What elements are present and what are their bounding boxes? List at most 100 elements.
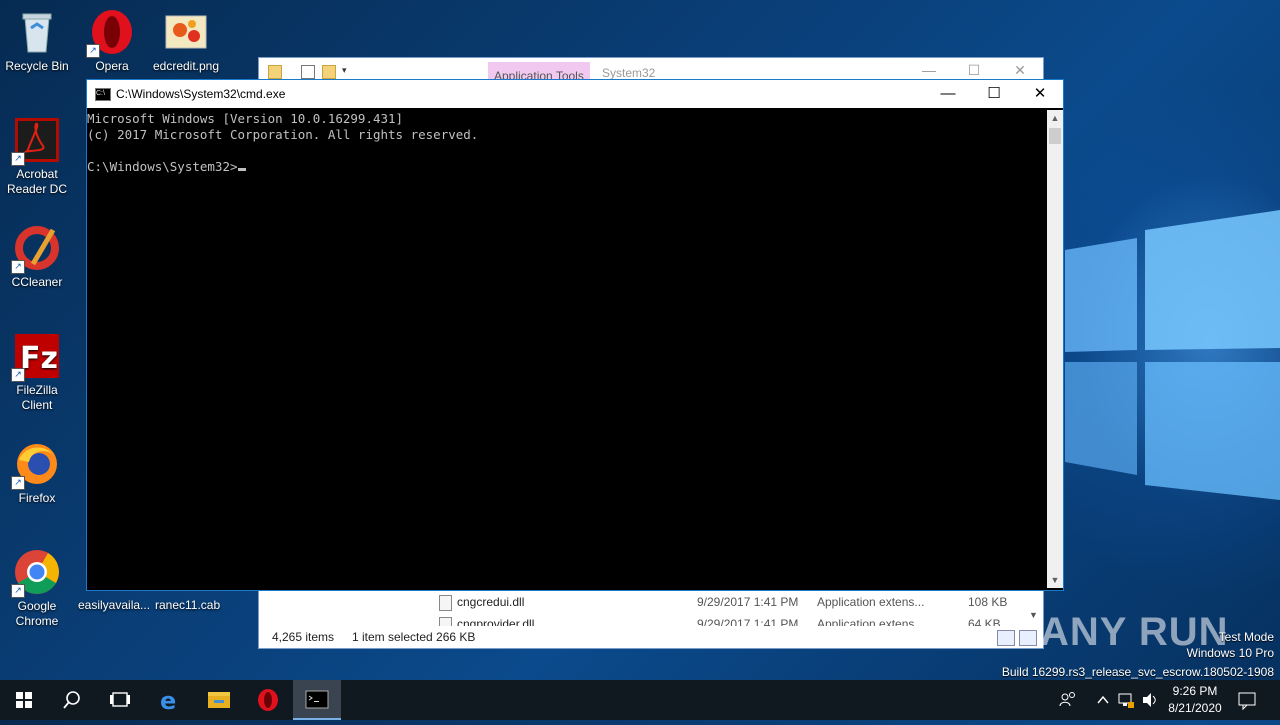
taskbar-edge[interactable]: e xyxy=(146,680,194,720)
task-view-button[interactable] xyxy=(96,680,144,720)
windows-start-icon xyxy=(16,692,32,708)
desktop-icon-label: easilyavaila... xyxy=(78,598,151,612)
network-icon xyxy=(1118,693,1134,708)
chrome-icon: ↗ xyxy=(11,548,61,598)
desktop-icon-label: CCleaner xyxy=(11,275,63,289)
chevron-down-icon[interactable]: ▾ xyxy=(342,65,354,77)
desktop-icon-ranec11[interactable]: ranec11.cab xyxy=(155,598,220,612)
desktop-icon-label: Google Chrome xyxy=(15,599,59,628)
desktop-icon-easilyavaila[interactable]: easilyavaila... xyxy=(78,598,150,612)
people-icon xyxy=(1059,692,1075,707)
search-icon xyxy=(63,691,80,709)
shortcut-arrow-icon: ↗ xyxy=(11,260,25,274)
network-button[interactable] xyxy=(1116,680,1136,720)
shortcut-arrow-icon: ↗ xyxy=(11,584,25,598)
volume-button[interactable] xyxy=(1140,680,1160,720)
taskbar-file-explorer[interactable] xyxy=(195,680,243,720)
taskbar-opera[interactable] xyxy=(244,680,292,720)
desktop-icon-acrobat[interactable]: ↗ Acrobat Reader DC xyxy=(1,116,73,197)
desktop-icon-firefox[interactable]: ↗ Firefox xyxy=(1,440,73,506)
edge-icon: e xyxy=(160,687,176,715)
acrobat-icon: ↗ xyxy=(11,116,61,166)
cmd-icon xyxy=(305,690,329,709)
shortcut-arrow-icon: ↗ xyxy=(11,476,25,490)
search-button[interactable] xyxy=(48,680,96,720)
desktop-icon-label: FileZilla Client xyxy=(16,383,58,412)
windows-edition-label: Windows 10 Pro xyxy=(1186,646,1274,660)
file-name: cngprovider.dll xyxy=(457,617,535,626)
dll-file-icon xyxy=(439,617,452,626)
desktop-icon-recycle-bin[interactable]: Recycle Bin xyxy=(1,8,73,74)
desktop-icon-ccleaner[interactable]: ↗ CCleaner xyxy=(1,224,73,290)
desktop-icon-label: Firefox xyxy=(18,491,56,505)
folder-icon xyxy=(268,65,282,79)
desktop-icon-label: ranec11.cab xyxy=(155,598,221,612)
firefox-icon: ↗ xyxy=(11,440,61,490)
ccleaner-icon: ↗ xyxy=(11,224,61,274)
desktop-icon-filezilla[interactable]: Fz ↗ FileZilla Client xyxy=(1,332,73,413)
desktop-icon-label: Acrobat Reader DC xyxy=(6,167,68,196)
console-prompt: C:\Windows\System32> xyxy=(87,159,238,174)
file-row-clipped[interactable]: cngprovider.dll 9/29/2017 1:41 PM Applic… xyxy=(439,614,1029,626)
action-center-button[interactable] xyxy=(1234,680,1260,720)
svg-text:Fz: Fz xyxy=(20,341,58,376)
dll-file-icon xyxy=(439,595,452,611)
new-folder-icon[interactable] xyxy=(322,65,336,79)
file-name: cngcredui.dll xyxy=(457,595,525,609)
explorer-status-bar: 4,265 items 1 item selected 266 KB xyxy=(259,626,1043,648)
desktop-icon-label: edcredit.png xyxy=(152,59,220,73)
minimize-button[interactable]: — xyxy=(925,80,971,108)
file-size: 64 KB xyxy=(968,617,1001,626)
filezilla-icon: Fz ↗ xyxy=(11,332,61,382)
scroll-thumb[interactable] xyxy=(1049,128,1061,144)
large-icons-view-button[interactable] xyxy=(1019,630,1037,646)
scroll-down-arrow[interactable]: ▼ xyxy=(1029,610,1038,620)
image-file-icon xyxy=(162,8,210,56)
shortcut-arrow-icon: ↗ xyxy=(11,152,25,166)
start-button[interactable] xyxy=(0,680,48,720)
clock-time: 9:26 PM xyxy=(1172,684,1218,698)
file-row[interactable]: cngcredui.dll 9/29/2017 1:41 PM Applicat… xyxy=(439,592,1039,612)
maximize-button[interactable]: ☐ xyxy=(971,80,1017,108)
desktop-icon-label: Opera xyxy=(95,59,129,73)
explorer-window-title: System32 xyxy=(602,66,656,80)
file-type: Application extens... xyxy=(817,617,925,626)
console-output[interactable]: Microsoft Windows [Version 10.0.16299.43… xyxy=(87,110,1049,589)
scroll-down-arrow[interactable]: ▼ xyxy=(1047,572,1063,588)
cmd-icon: C:\ xyxy=(95,88,111,101)
file-type: Application extens... xyxy=(817,595,925,609)
console-prompt-line[interactable]: C:\Windows\System32> xyxy=(87,159,1049,175)
taskbar-cmd[interactable] xyxy=(293,680,341,720)
file-explorer-icon xyxy=(208,692,230,708)
speaker-icon xyxy=(1143,693,1156,707)
file-date: 9/29/2017 1:41 PM xyxy=(697,617,799,626)
vertical-scrollbar[interactable]: ▲ ▼ xyxy=(1047,110,1063,588)
scroll-up-arrow[interactable]: ▲ xyxy=(1047,110,1063,126)
desktop-icon-edcredit[interactable]: edcredit.png xyxy=(150,8,222,74)
cmd-window-title: C:\Windows\System32\cmd.exe xyxy=(116,87,286,101)
notification-icon xyxy=(1238,692,1256,711)
desktop-icon-opera[interactable]: ↗ Opera xyxy=(76,8,148,74)
taskbar: e 9:26 PM 8/21/2020 xyxy=(0,680,1280,720)
show-hidden-icons-button[interactable] xyxy=(1094,680,1112,720)
test-mode-label: Test Mode xyxy=(1218,630,1274,644)
desktop-icon-label: Recycle Bin xyxy=(5,59,69,73)
people-button[interactable] xyxy=(1056,680,1080,720)
console-line: Microsoft Windows [Version 10.0.16299.43… xyxy=(87,111,404,126)
opera-icon xyxy=(258,689,278,711)
file-row[interactable]: cngprovider.dll 9/29/2017 1:41 PM Applic… xyxy=(439,614,1029,626)
status-item-count: 4,265 items xyxy=(272,630,335,644)
cmd-title-bar[interactable]: C:\ C:\Windows\System32\cmd.exe — ☐ ✕ xyxy=(87,80,1063,108)
windows-logo-wallpaper xyxy=(1065,210,1280,500)
build-label: Build 16299.rs3_release_svc_escrow.18050… xyxy=(1001,665,1274,679)
task-view-icon xyxy=(110,692,130,707)
cmd-window[interactable]: C:\ C:\Windows\System32\cmd.exe — ☐ ✕ Mi… xyxy=(86,79,1064,591)
taskbar-clock[interactable]: 9:26 PM 8/21/2020 xyxy=(1160,683,1230,717)
details-view-button[interactable] xyxy=(997,630,1015,646)
shortcut-arrow-icon: ↗ xyxy=(11,368,25,382)
desktop-icon-chrome[interactable]: ↗ Google Chrome xyxy=(1,548,73,629)
properties-icon[interactable] xyxy=(301,65,315,79)
file-size: 108 KB xyxy=(968,595,1008,609)
close-button[interactable]: ✕ xyxy=(1017,80,1063,108)
text-cursor xyxy=(237,168,246,171)
